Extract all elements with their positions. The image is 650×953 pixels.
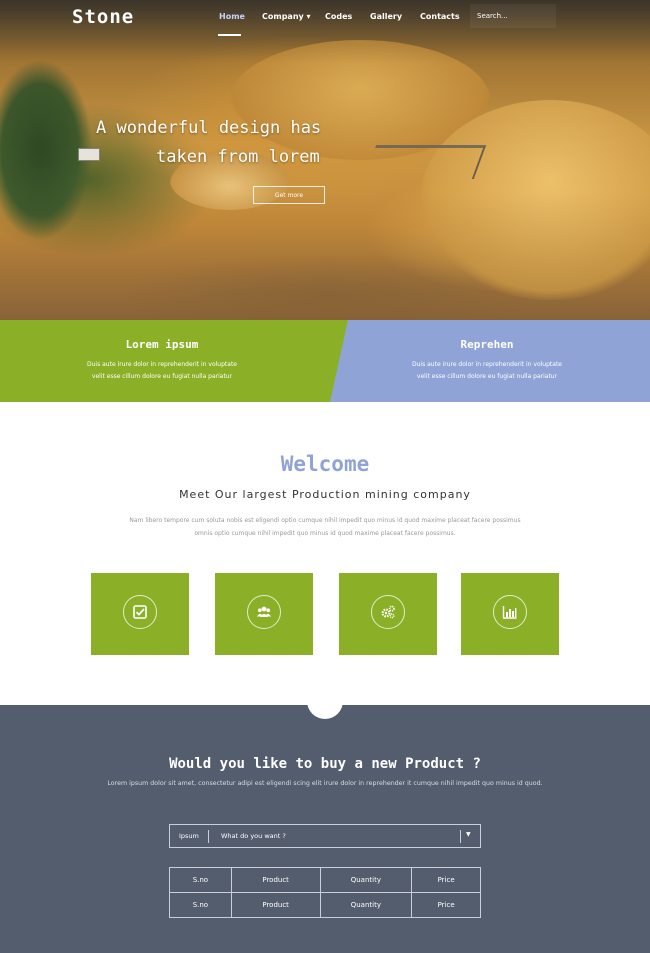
table-cell: Price	[411, 867, 481, 893]
checkbox-icon	[123, 595, 157, 629]
welcome-text: Nam libero tempore cum soluta nobis est …	[120, 514, 530, 540]
welcome-title: Welcome	[280, 452, 370, 476]
search-input[interactable]	[470, 4, 556, 28]
band-text: Duis aute irure dolor in reprehenderit i…	[62, 359, 262, 383]
get-more-button[interactable]: Get more	[253, 186, 325, 204]
table-cell: Product	[230, 892, 321, 918]
table-cell: Price	[411, 892, 481, 918]
service-tile[interactable]	[339, 573, 437, 655]
select-divider	[208, 830, 209, 843]
top-navbar: Stone Home Company ▾ Codes Gallery Conta…	[0, 0, 650, 36]
band-title: Lorem ipsum	[125, 338, 199, 351]
welcome-text-line: omnis optio cumque nihil impedit quo min…	[194, 530, 456, 537]
buy-text: Lorem ipsum dolor sit amet, consectetur …	[107, 780, 543, 787]
select-label: Ipsum	[179, 832, 199, 840]
hero-banner	[0, 0, 650, 320]
table-row: S.no Product Quantity Price	[169, 892, 481, 918]
table-cell: Product	[230, 867, 321, 893]
active-nav-indicator	[218, 34, 241, 36]
gears-icon	[371, 595, 405, 629]
product-select[interactable]: Ipsum What do you want ? ▼	[169, 824, 481, 848]
table-row: S.no Product Quantity Price	[169, 867, 481, 893]
hero-title-line-1: A wonderful design has	[96, 118, 322, 138]
users-icon	[247, 595, 281, 629]
nav-item-gallery[interactable]: Gallery	[370, 12, 402, 21]
hero-title-line-2: taken from lorem	[156, 147, 320, 167]
band-text-line: Duis aute irure dolor in reprehenderit i…	[87, 361, 237, 368]
product-table: S.no Product Quantity Price S.no Product…	[169, 867, 481, 918]
service-tile[interactable]	[215, 573, 313, 655]
hero-overlay	[0, 0, 650, 320]
nav-item-home[interactable]: Home	[219, 12, 245, 21]
select-divider	[460, 830, 461, 843]
service-tile[interactable]	[461, 573, 559, 655]
brand-logo[interactable]: Stone	[72, 6, 134, 28]
nav-item-contacts[interactable]: Contacts	[420, 12, 460, 21]
band-text-line: velit esse cillum dolore eu fugiat nulla…	[91, 373, 233, 380]
table-cell: S.no	[169, 892, 232, 918]
band-text: Duis aute irure dolor in reprehenderit i…	[387, 359, 587, 383]
band-title: Reprehen	[460, 338, 514, 351]
welcome-subtitle: Meet Our largest Production mining compa…	[179, 488, 471, 501]
chevron-down-icon[interactable]: ▼	[466, 831, 471, 838]
service-tile[interactable]	[91, 573, 189, 655]
table-cell: S.no	[169, 867, 232, 893]
buy-title: Would you like to buy a new Product ?	[169, 756, 481, 772]
table-cell: Quantity	[319, 867, 413, 893]
select-value[interactable]: What do you want ?	[221, 832, 286, 840]
nav-item-codes[interactable]: Codes	[325, 12, 352, 21]
bar-chart-icon	[493, 595, 527, 629]
nav-item-company[interactable]: Company ▾	[262, 12, 311, 21]
band-text-line: Duis aute irure dolor in reprehenderit i…	[412, 361, 562, 368]
band-text-line: velit esse cillum dolore eu fugiat nulla…	[416, 373, 558, 380]
welcome-text-line: Nam libero tempore cum soluta nobis est …	[129, 517, 521, 524]
table-cell: Quantity	[319, 892, 413, 918]
